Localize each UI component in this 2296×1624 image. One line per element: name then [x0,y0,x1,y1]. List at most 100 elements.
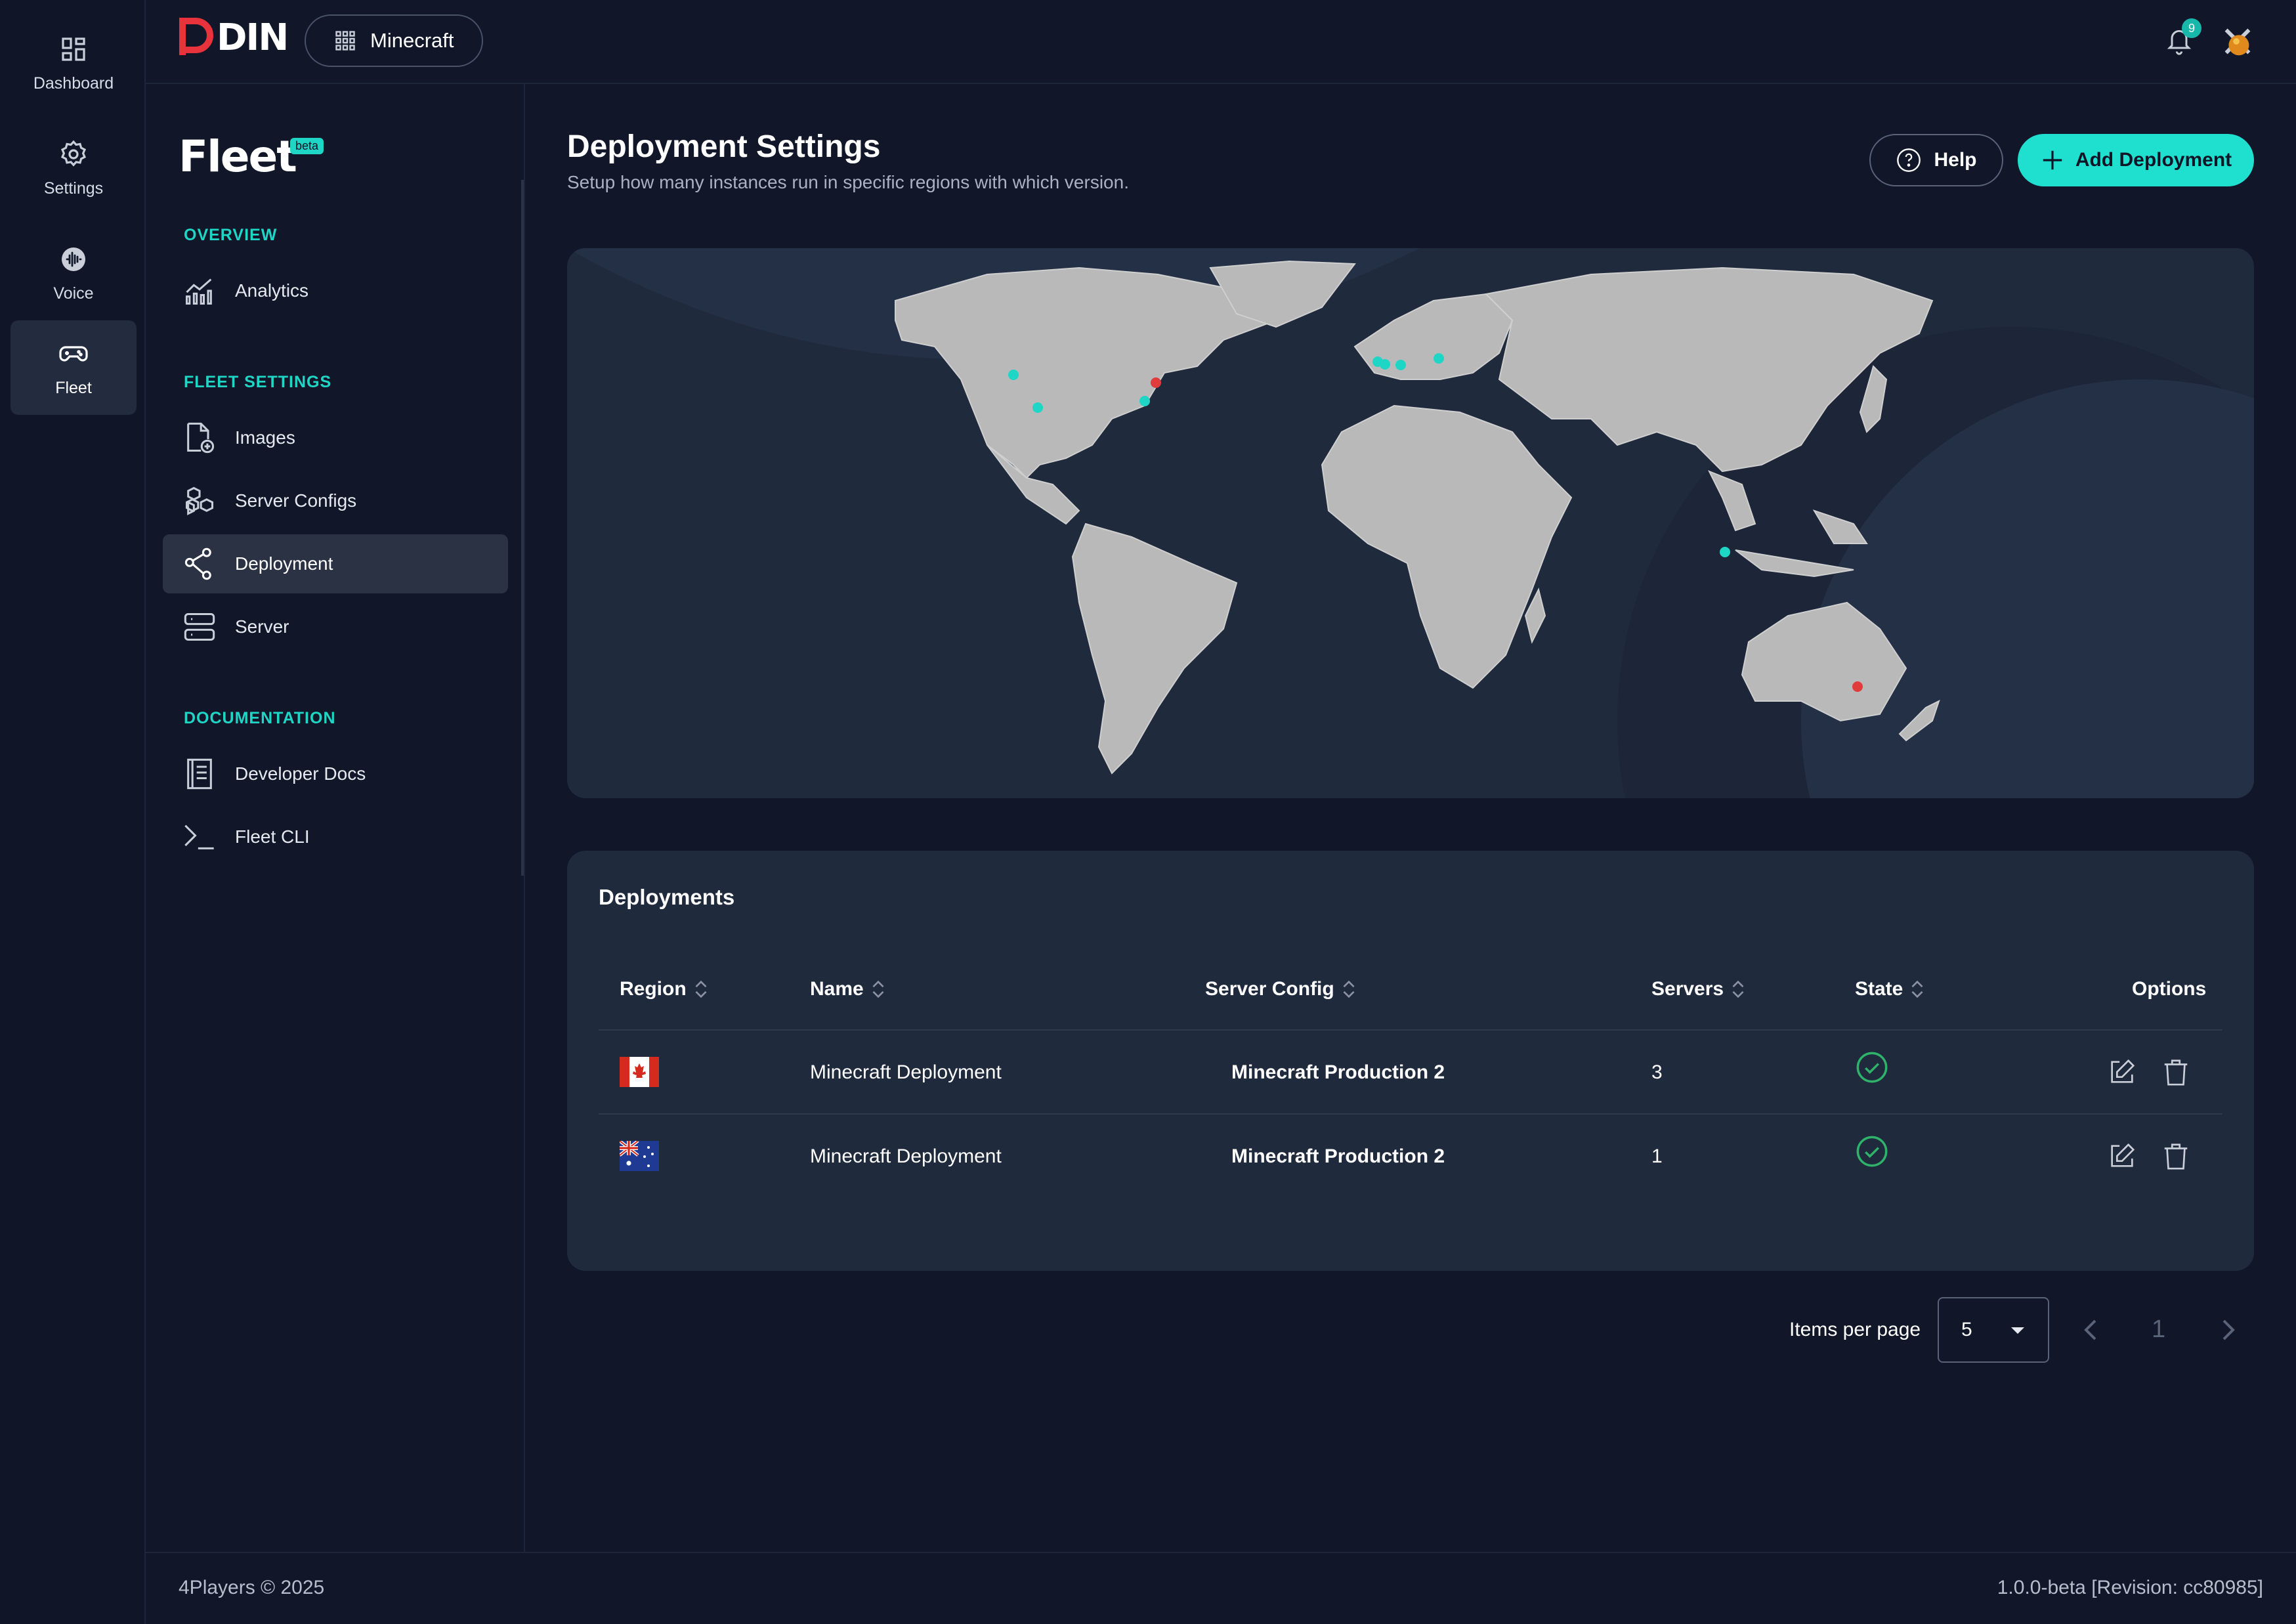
table-title: Deployments [599,885,735,909]
column-header-server-config[interactable]: Server Config [1205,978,1357,1000]
check-circle-icon [1856,1136,1888,1167]
gear-icon [60,140,87,167]
items-per-page-select[interactable]: 5 [1938,1297,2049,1363]
sidebar-item-label: Analytics [235,280,309,301]
section-fleet-settings: FLEET SETTINGS [184,373,332,391]
items-per-page-label: Items per page [1789,1319,1921,1340]
notifications-button[interactable]: 9 [2165,18,2201,59]
sidebar-item-images[interactable]: Images [163,408,508,467]
beta-badge: beta [290,138,324,154]
project-switcher[interactable]: Minecraft [305,14,483,67]
table-divider [599,1029,2222,1031]
servers-count: 1 [1651,1145,1663,1167]
column-header-region[interactable]: Region [620,978,709,1000]
sidebar-scrollbar[interactable] [521,180,524,876]
items-per-page-value: 5 [1961,1319,1972,1340]
deployment-name: Minecraft Deployment [810,1145,1002,1167]
fleet-sidebar: Fleet beta OVERVIEW Analytics FLEET SETT… [146,84,525,1552]
page-subtitle: Setup how many instances run in specific… [567,172,1129,192]
sidebar-item-label: Deployment [235,553,333,574]
rail-item-settings[interactable]: Settings [11,121,137,215]
gamepad-icon [59,345,88,361]
question-circle-icon [1897,148,1921,172]
add-deployment-button[interactable]: Add Deployment [2018,134,2254,186]
sidebar-title: Fleet [179,131,297,182]
sidebar-item-server[interactable]: Server [163,597,508,656]
project-name: Minecraft [370,29,454,52]
deployment-name: Minecraft Deployment [810,1061,1002,1083]
column-header-options: Options [2132,978,2206,1000]
notification-count-badge: 9 [2182,18,2201,38]
book-icon [187,758,212,790]
column-label: Region [620,978,687,1000]
table-divider [599,1113,2222,1115]
sidebar-item-server-configs[interactable]: Server Configs [163,471,508,530]
sidebar-item-label: Images [235,427,295,448]
australia-flag-icon [620,1141,659,1171]
sort-icon [872,980,884,998]
help-button[interactable]: Help [1869,134,2003,186]
grid-icon [335,31,355,51]
sidebar-item-label: Server [235,616,289,637]
copyright-text: 4Players © 2025 [179,1577,325,1598]
server-config-link[interactable]: Minecraft Production 2 [1231,1145,1445,1168]
sidebar-item-label: Developer Docs [235,763,366,784]
version-text: 1.0.0-beta [Revision: cc80985] [1997,1577,2263,1598]
server-config-link[interactable]: Minecraft Production 2 [1231,1061,1445,1084]
sidebar-item-developer-docs[interactable]: Developer Docs [163,744,508,803]
edit-icon[interactable] [2107,1057,2137,1087]
terminal-icon [184,824,214,849]
logo-text: DIN [217,16,289,59]
sidebar-item-analytics[interactable]: Analytics [163,261,508,320]
dashboard-icon [62,37,85,61]
odin-logo-mark-icon [179,18,213,55]
column-label: State [1855,978,1903,1000]
edit-icon[interactable] [2107,1141,2137,1171]
current-page[interactable]: 1 [2152,1315,2165,1344]
add-deployment-label: Add Deployment [2075,149,2232,171]
column-header-state[interactable]: State [1855,978,1925,1000]
column-label: Servers [1651,978,1724,1000]
rail-item-label: Voice [53,284,94,303]
servers-count: 3 [1651,1061,1663,1083]
server-icon [184,612,215,641]
caret-down-icon [2011,1327,2024,1334]
world-map-card [567,248,2254,798]
rail-item-label: Fleet [55,378,92,397]
deployments-table-card: Deployments Region Name Server Config Se… [567,851,2254,1271]
sidebar-item-label: Server Configs [235,490,357,511]
column-header-name[interactable]: Name [810,978,886,1000]
top-bar: DIN Minecraft 9 [146,0,2296,84]
sort-icon [1343,980,1355,998]
trash-icon[interactable] [2161,1141,2191,1171]
user-avatar[interactable] [2219,22,2257,60]
column-label: Server Config [1205,978,1334,1000]
rail-item-voice[interactable]: Voice [11,226,137,320]
canada-flag-icon [620,1057,659,1087]
trash-icon[interactable] [2161,1057,2191,1087]
world-map [567,248,2254,798]
column-label: Name [810,978,864,1000]
voice-icon [62,247,85,271]
rail-item-label: Dashboard [33,74,114,93]
boxes-icon [185,486,214,515]
rail-item-dashboard[interactable]: Dashboard [11,16,137,110]
page-title: Deployment Settings [567,129,881,164]
footer: 4Players © 2025 1.0.0-beta [Revision: cc… [146,1552,2296,1624]
column-header-servers[interactable]: Servers [1651,978,1746,1000]
chevron-right-icon[interactable] [2217,1315,2238,1344]
sort-icon [1911,980,1923,998]
sidebar-item-label: Fleet CLI [235,826,310,847]
sort-icon [1732,980,1744,998]
help-button-label: Help [1934,149,1977,171]
sidebar-item-fleet-cli[interactable]: Fleet CLI [163,807,508,866]
app-rail: Dashboard Settings Voice Fleet [0,0,146,1624]
sidebar-item-deployment[interactable]: Deployment [163,534,508,593]
analytics-icon [185,278,212,305]
odin-logo[interactable]: DIN [177,16,289,59]
section-documentation: DOCUMENTATION [184,709,336,727]
deployment-share-icon [184,547,211,580]
plus-icon [2043,150,2062,170]
rail-item-fleet[interactable]: Fleet [11,320,137,415]
chevron-left-icon[interactable] [2081,1315,2102,1344]
